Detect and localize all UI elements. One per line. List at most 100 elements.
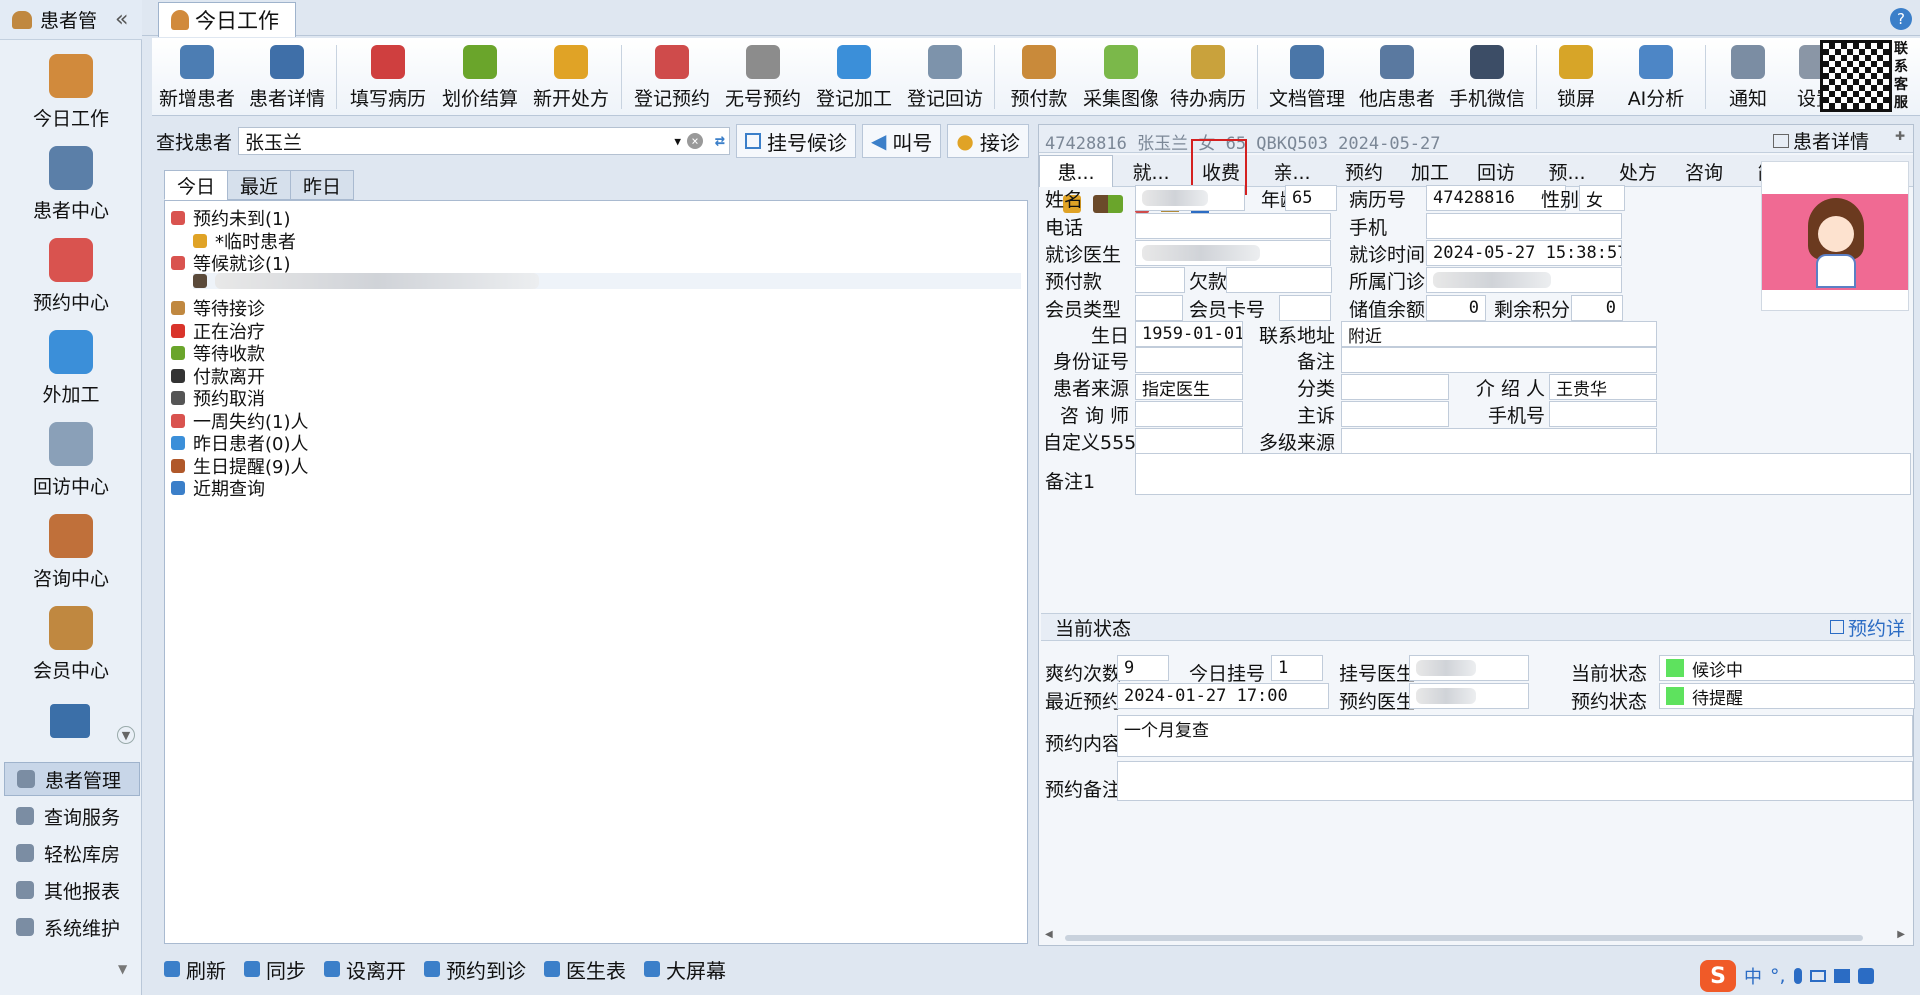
toolbar-button-10[interactable]: 采集图像 [1079,38,1163,116]
detail-tab-0[interactable]: 患... [1039,155,1113,187]
category-field[interactable] [1341,374,1449,400]
phone-field[interactable] [1135,213,1331,239]
scroll-left-icon[interactable]: ◀ [1045,929,1053,940]
pin-icon[interactable]: ✚ [1895,129,1905,143]
mobile-field[interactable] [1426,213,1622,239]
toolbar-button-17[interactable]: 通知 [1710,38,1786,116]
blurred-field[interactable] [1117,761,1913,801]
reg-today-field[interactable]: 1 [1271,655,1323,681]
avatar[interactable] [1761,161,1909,311]
age-field[interactable]: 65 [1285,185,1337,211]
bottom-button-2[interactable]: 设离开 [324,955,406,984]
appt-content-field[interactable]: 一个月复查 [1117,715,1913,757]
remark1-field[interactable] [1135,453,1911,495]
doctor-field[interactable] [1135,240,1331,266]
help-button[interactable]: ? [1890,8,1912,30]
nav-item-6[interactable]: 会员中心 [0,602,142,690]
accept-patient-button[interactable]: ● 接诊 [947,124,1029,158]
name-field[interactable] [1135,185,1245,211]
detail-tab-9[interactable]: 咨询 [1671,155,1737,187]
blurred-field[interactable] [1409,655,1529,681]
source-field[interactable]: 指定医生 [1135,374,1243,400]
toolbar-button-0[interactable]: 新增患者 [152,38,242,116]
id-number-field[interactable] [1135,347,1243,373]
birthday-field[interactable]: 1959-01-01 [1135,321,1243,347]
blurred-field[interactable] [1409,683,1529,709]
toolbar-button-6[interactable]: 无号预约 [718,38,808,116]
list-tab-1[interactable]: 最近 [227,170,292,200]
nav-item-1[interactable]: 患者中心 [0,142,142,230]
advisor-field[interactable] [1135,401,1243,427]
toolbar-button-16[interactable]: AI分析 [1611,38,1701,116]
nav-section-2[interactable]: 轻松库房 [4,836,140,870]
microphone-icon[interactable] [1793,968,1802,984]
keyboard-icon[interactable] [1809,970,1826,982]
prepay-field[interactable] [1135,267,1185,293]
nav-item-4[interactable]: 回访中心 [0,418,142,506]
appointment-detail-button[interactable]: 预约详 [1829,614,1905,641]
tab-today-work[interactable]: 今日工作 [158,2,296,37]
toolbar-button-15[interactable]: 锁屏 [1541,38,1611,116]
detail-tab-6[interactable]: 回访 [1463,155,1529,187]
toolbox-icon[interactable] [1857,968,1874,984]
nav-section-0[interactable]: 患者管理 [4,762,140,796]
sogou-icon[interactable]: S [1700,960,1736,992]
multi-source-field[interactable] [1341,428,1657,454]
detail-tab-8[interactable]: 处方 [1605,155,1671,187]
debt-field[interactable] [1226,267,1332,293]
scroll-right-icon[interactable]: ▶ [1897,929,1905,940]
remark-field[interactable] [1341,347,1657,373]
toolbar-button-7[interactable]: 登记加工 [808,38,900,116]
bottom-button-5[interactable]: 大屏幕 [644,955,726,984]
balance-field[interactable]: 0 [1426,295,1486,321]
detail-tab-3[interactable]: 亲... [1253,155,1331,187]
detail-tab-4[interactable]: 预约 [1331,155,1397,187]
mobile-number-field[interactable] [1549,401,1657,427]
custom-field[interactable] [1135,428,1243,454]
sex-field[interactable]: 女 [1579,185,1625,211]
punctuation-icon[interactable]: °, [1770,965,1786,987]
nav-item-5[interactable]: 咨询中心 [0,510,142,598]
call-number-button[interactable]: ◀ 叫号 [862,124,942,158]
ime-language[interactable]: 中 [1744,963,1762,989]
visit-time-field[interactable]: 2024-05-27 15:38:57 [1426,240,1622,266]
list-tab-2[interactable]: 昨日 [290,170,355,200]
toolbar-button-11[interactable]: 待办病历 [1163,38,1253,116]
waiting-patient-row[interactable] [193,272,1021,289]
video-icon[interactable] [50,704,90,738]
points-field[interactable]: 0 [1571,295,1623,321]
scrollbar-thumb[interactable] [1065,935,1863,941]
nav-menu-chevron-icon[interactable]: ▼ [118,962,127,976]
nav-section-4[interactable]: 系统维护 [4,910,140,944]
nav-item-0[interactable]: 今日工作 [0,50,142,138]
member-card-field[interactable] [1279,295,1331,321]
last-appt-field[interactable]: 2024-01-27 17:00 [1117,683,1329,709]
toolbar-button-1[interactable]: 患者详情 [242,38,332,116]
address-field[interactable]: 附近 [1341,321,1657,347]
toolbar-button-14[interactable]: 手机微信 [1442,38,1532,116]
advanced-search-icon[interactable]: ⇄ [715,131,725,151]
skin-icon[interactable] [1833,969,1850,983]
broken-field[interactable]: 9 [1117,655,1169,681]
horizontal-scrollbar[interactable]: ◀ ▶ [1045,929,1905,943]
dropdown-arrow-icon[interactable]: ▼ [674,135,681,148]
collapse-button[interactable]: « [115,7,128,32]
toolbar-button-13[interactable]: 他店患者 [1352,38,1442,116]
patient-detail-button[interactable]: 患者详情 [1773,127,1869,154]
toolbar-button-8[interactable]: 登记回访 [900,38,990,116]
referrer-field[interactable]: 王贵华 [1549,374,1657,400]
nav-section-1[interactable]: 查询服务 [4,799,140,833]
complaint-field[interactable] [1341,401,1449,427]
bottom-button-3[interactable]: 预约到诊 [424,955,526,984]
clinic-field[interactable] [1426,267,1622,293]
scroll-down-icon[interactable]: ▼ [117,726,135,744]
nav-item-3[interactable]: 外加工 [0,326,142,414]
bottom-button-1[interactable]: 同步 [244,955,306,984]
list-tab-0[interactable]: 今日 [164,170,229,200]
toolbar-button-2[interactable]: 填写病历 [341,38,435,116]
patient-search-input[interactable]: 张玉兰 ▼ × ⇄ [238,127,731,155]
nav-section-3[interactable]: 其他报表 [4,873,140,907]
detail-tab-7[interactable]: 预... [1529,155,1605,187]
toolbar-button-12[interactable]: 文档管理 [1262,38,1352,116]
cur-status-field[interactable]: 候诊中 [1659,655,1915,681]
